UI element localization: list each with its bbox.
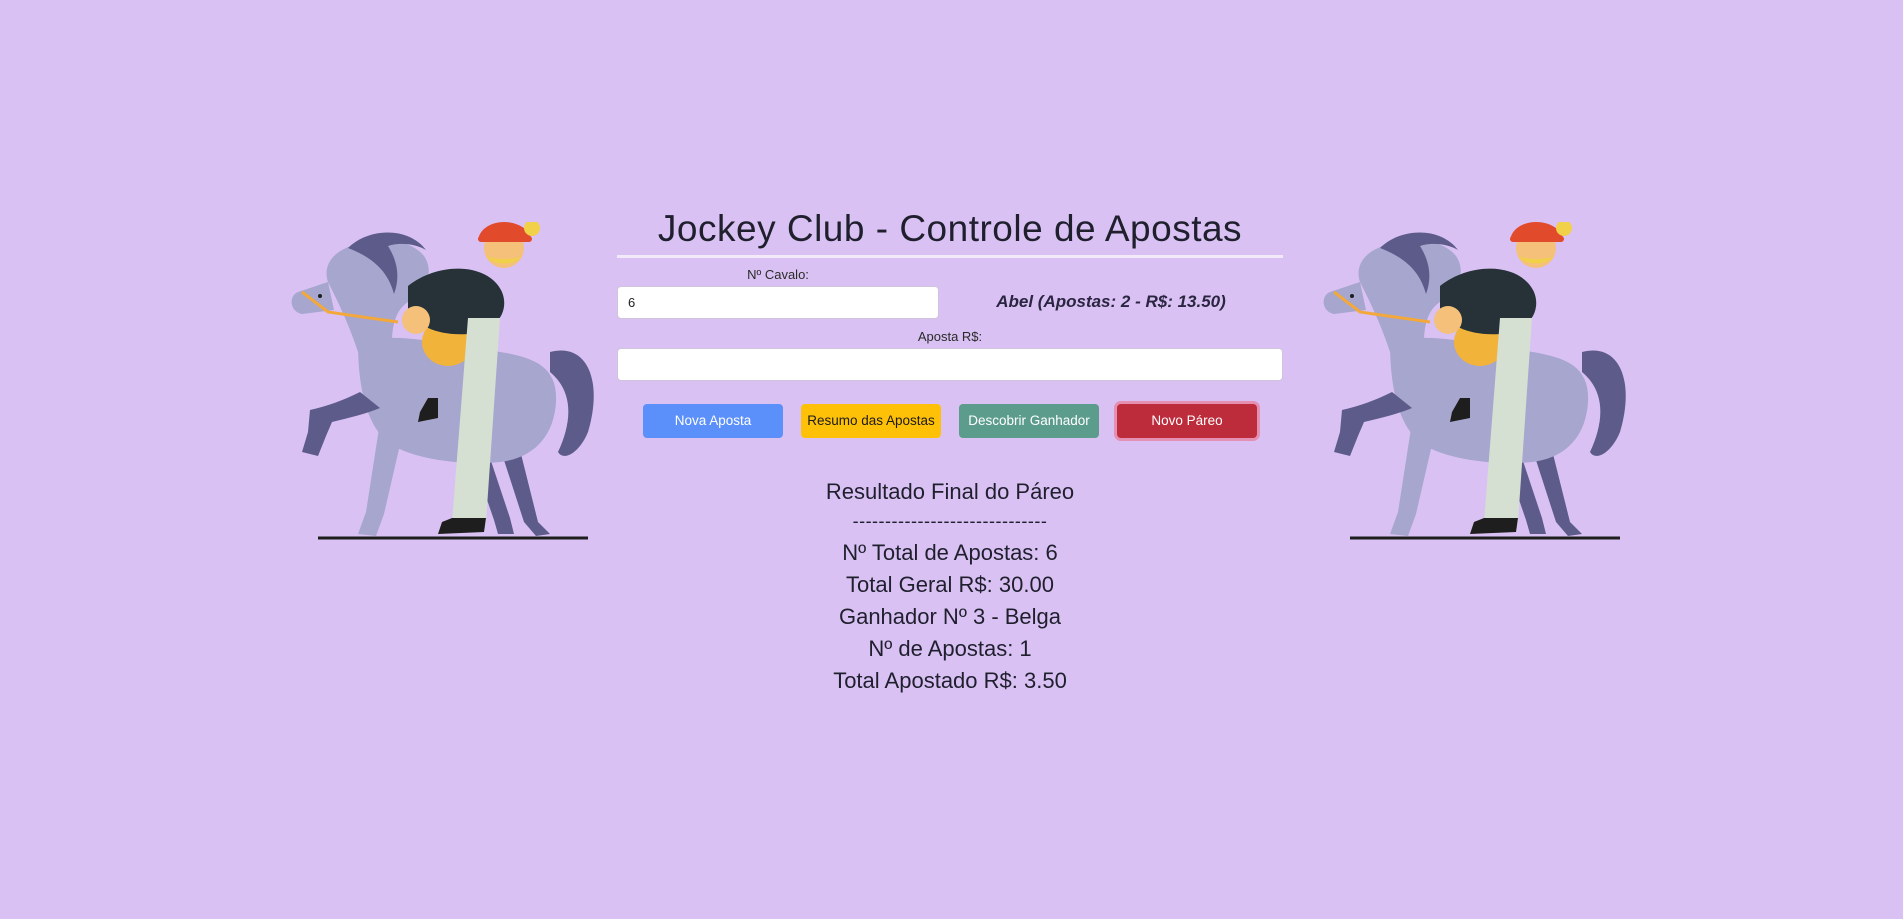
horse-row: Nº Cavalo: Abel (Apostas: 2 - R$: 13.50) [617, 268, 1283, 319]
bet-amount-label: Aposta R$: [917, 329, 983, 344]
results-title: Resultado Final do Páreo [825, 479, 1075, 504]
bet-form: Jockey Club - Controle de Apostas Nº Cav… [617, 203, 1283, 438]
find-winner-button[interactable]: Descobrir Ganhador [959, 404, 1099, 438]
new-race-button[interactable]: Novo Páreo [1117, 404, 1257, 438]
bet-row: Aposta R$: [617, 330, 1283, 381]
winner-bets-line: Nº de Apostas: 1 [868, 636, 1032, 661]
winner-amount-line: Total Apostado R$: 3.50 [833, 668, 1067, 693]
total-amount-line: Total Geral R$: 30.00 [846, 572, 1054, 597]
bet-summary-button[interactable]: Resumo das Apostas [801, 404, 941, 438]
horse-jockey-illustration-right [1323, 222, 1626, 540]
page: Jockey Club - Controle de Apostas Nº Cav… [0, 0, 1903, 919]
horse-number-input[interactable] [617, 286, 939, 319]
action-buttons: Nova Aposta Resumo das Apostas Descobrir… [617, 404, 1283, 438]
page-title: Jockey Club - Controle de Apostas [617, 203, 1283, 258]
horse-jockey-illustration-left [291, 222, 594, 540]
bet-amount-input[interactable] [617, 348, 1283, 381]
horse-number-label: Nº Cavalo: [747, 267, 809, 282]
new-bet-button[interactable]: Nova Aposta [643, 404, 783, 438]
horse-field-group: Nº Cavalo: [617, 268, 939, 319]
race-results: Resultado Final do Páreo ---------------… [617, 476, 1283, 697]
bettor-summary: Abel (Apostas: 2 - R$: 13.50) [996, 292, 1226, 311]
total-bets-line: Nº Total de Apostas: 6 [842, 540, 1058, 565]
results-divider: ------------------------------ [852, 511, 1048, 531]
winner-line: Ganhador Nº 3 - Belga [838, 604, 1062, 629]
